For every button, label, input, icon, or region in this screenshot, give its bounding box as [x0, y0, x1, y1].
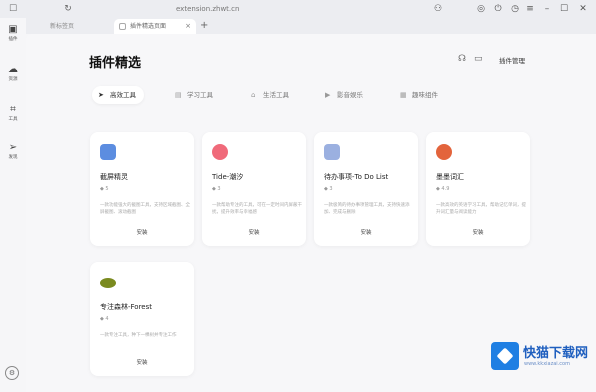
minimize-icon[interactable]: – [541, 3, 553, 15]
install-button[interactable]: 安装 [90, 358, 194, 366]
watermark-title: 快猫下载网 [523, 346, 589, 361]
plugin-name: 待办事项-To Do List [324, 173, 389, 181]
plugin-card[interactable]: 墨墨词汇 ◆ 4.9 一款高效的英语学习工具，帮助记忆单词，提升词汇量与阅读能力… [426, 132, 530, 246]
install-button[interactable]: 安装 [90, 228, 194, 236]
plugin-manage-link[interactable]: 插件管理 [499, 55, 525, 65]
tab-label: 插件精选页面 [130, 23, 167, 30]
category-fun-widgets[interactable]: ▦ 趣味组件 [394, 86, 446, 104]
site-watermark: 快猫下载网 www.kkxiazai.com [491, 340, 593, 374]
tab-favicon-icon [119, 23, 126, 30]
sidebar-toggle-icon[interactable]: ☐ [7, 3, 19, 15]
cloud-icon: ☁ [8, 64, 18, 75]
sidebar-item-label: 插件 [8, 37, 18, 42]
category-label: 生活工具 [263, 91, 289, 99]
plugin-rating: ◆ 5 [100, 186, 109, 192]
widget-icon: ▦ [400, 91, 407, 99]
category-label: 高效工具 [110, 91, 136, 99]
tab-plugin-picks[interactable]: 插件精选页面 × [114, 19, 196, 34]
tab-label: 新标签页 [50, 23, 75, 30]
refresh-icon[interactable]: ↻ [62, 3, 74, 15]
history-icon[interactable]: ◷ [509, 3, 521, 15]
plugin-name: 截屏精灵 [100, 173, 128, 181]
plugin-card[interactable]: 截屏精灵 ◆ 5 一款功能强大的截图工具，支持区域截图、全屏截图、滚动截图 安装 [90, 132, 194, 246]
tide-logo-icon [212, 144, 228, 160]
navigation-icon: ➤ [98, 91, 104, 99]
book-icon: ▤ [175, 91, 182, 99]
plugin-rating: ◆ 4.9 [436, 186, 450, 192]
scan-icon: ⌗ [10, 104, 16, 115]
sidebar-item-resources[interactable]: ☁ 资源 [0, 64, 26, 83]
plugin-name: Tide-潮汐 [212, 173, 244, 181]
home-icon: ⌂ [251, 91, 256, 99]
plugin-rating: ◆ 3 [324, 186, 333, 192]
plugin-card[interactable]: 待办事项-To Do List ◆ 3 一款极简的待办事项管理工具，支持快速添加… [314, 132, 418, 246]
install-button[interactable]: 安装 [202, 228, 306, 236]
plugin-description: 一款极简的待办事项管理工具，支持快速添加、完成与删除 [324, 203, 410, 215]
plugin-description: 一款功能强大的截图工具，支持区域截图、全屏截图、滚动截图 [100, 203, 190, 215]
plugin-name: 墨墨词汇 [436, 173, 464, 181]
category-label: 学习工具 [187, 91, 213, 99]
sidebar-item-label: 工具 [8, 117, 18, 122]
media-icon: ▶ [325, 91, 331, 99]
close-window-icon[interactable]: ✕ [577, 3, 589, 15]
plugin-description: 一款专注工具，种下一棵树并专注工作 [100, 333, 177, 338]
todo-logo-icon [324, 144, 340, 160]
extension-icon[interactable]: ⚇ [432, 3, 444, 15]
install-button[interactable]: 安装 [426, 228, 530, 236]
app-sidebar: ▣ 插件 ☁ 资源 ⌗ 工具 ➢ 发现 ⚙ [0, 18, 26, 392]
plugin-description: 一款高效的英语学习工具，帮助记忆单词，提升词汇量与阅读能力 [436, 203, 526, 215]
sidebar-item-label: 资源 [8, 77, 18, 82]
sidebar-item-plugins[interactable]: ▣ 插件 [0, 24, 26, 43]
forest-logo-icon [100, 278, 116, 288]
send-icon: ➢ [8, 142, 18, 153]
category-entertainment[interactable]: ▶ 影音娱乐 [319, 86, 371, 104]
watermark-logo-icon [491, 342, 519, 370]
power-icon[interactable]: ⏻ [492, 3, 504, 15]
vocabulary-logo-icon [436, 144, 452, 160]
screenshot-logo-icon [100, 144, 116, 160]
install-button[interactable]: 安装 [314, 228, 418, 236]
watermark-subtitle: www.kkxiazai.com [524, 361, 570, 367]
main-content: 插件精选 ☊ ▭ 插件管理 ➤ 高效工具 ▤ 学习工具 ⌂ 生活工具 ▶ 影音娱… [26, 34, 596, 392]
plugin-rating: ◆ 4 [100, 316, 109, 322]
browser-titlebar: ☐ ↻ extension.zhwt.cn ⚇ ◎ ⏻ ◷ ≡ – ☐ ✕ [0, 0, 596, 18]
plugin-card[interactable]: Tide-潮汐 ◆ 3 一款帮助专注的工具，可在一定时间内屏蔽干扰，提升效率与幸… [202, 132, 306, 246]
settings-icon[interactable]: ⚙ [5, 366, 19, 380]
plugin-description: 一款帮助专注的工具，可在一定时间内屏蔽干扰，提升效率与幸福感 [212, 203, 302, 215]
account-icon[interactable]: ◎ [475, 3, 487, 15]
menu-icon[interactable]: ≡ [524, 3, 536, 15]
sidebar-item-discover[interactable]: ➢ 发现 [0, 142, 26, 161]
tab-new[interactable]: 新标签页 [34, 19, 112, 34]
plugin-card[interactable]: 专注森林-Forest ◆ 4 一款专注工具，种下一棵树并专注工作 安装 [90, 262, 194, 376]
address-bar[interactable]: extension.zhwt.cn [176, 3, 239, 15]
extension-icon: ▣ [8, 24, 18, 35]
page-title: 插件精选 [89, 56, 142, 71]
plugin-name: 专注森林-Forest [100, 303, 153, 311]
category-life-tools[interactable]: ⌂ 生活工具 [245, 86, 297, 104]
tab-bar: 新标签页 插件精选页面 × + [26, 18, 596, 34]
headset-icon[interactable]: ☊ [458, 54, 466, 64]
category-learning-tools[interactable]: ▤ 学习工具 [169, 86, 221, 104]
sidebar-item-label: 发现 [8, 155, 18, 160]
category-efficient-tools[interactable]: ➤ 高效工具 [92, 86, 144, 104]
sidebar-item-tools[interactable]: ⌗ 工具 [0, 104, 26, 123]
new-tab-button[interactable]: + [200, 19, 208, 33]
maximize-icon[interactable]: ☐ [558, 3, 570, 15]
close-tab-icon[interactable]: × [185, 19, 191, 34]
plugin-rating: ◆ 3 [212, 186, 221, 192]
inbox-icon[interactable]: ▭ [474, 54, 483, 64]
category-label: 趣味组件 [412, 91, 438, 99]
category-label: 影音娱乐 [337, 91, 363, 99]
